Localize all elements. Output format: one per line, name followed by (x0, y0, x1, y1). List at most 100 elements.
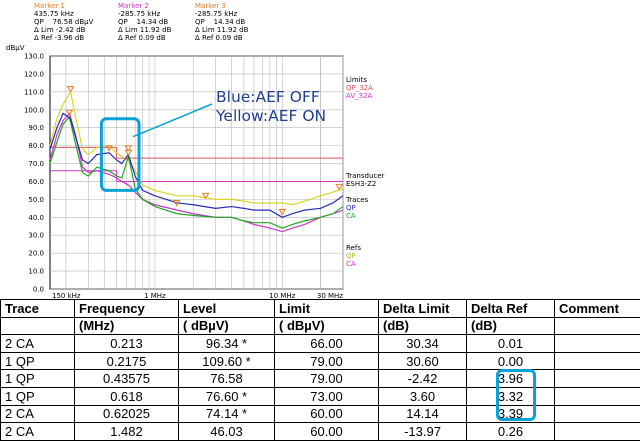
refs-legend: Refs QP CA (346, 244, 361, 268)
annotation-line: Blue:AEF OFF (216, 88, 326, 107)
trace-ca-label: CA (346, 212, 356, 220)
y-tick-label: 120.0 (24, 70, 44, 78)
table-cell: 60.00 (275, 423, 379, 441)
marker-2-line: Δ Lim 11.92 dB (118, 26, 171, 34)
column-unit: (dB) (379, 317, 467, 335)
emi-chart-panel: 0.010.020.030.040.050.060.070.080.090.01… (0, 0, 640, 298)
marker-2-line: QP 14.34 dB (118, 18, 168, 26)
table-row: 2 CA0.6202574.14 *60.0014.143.39 (1, 405, 640, 423)
y-tick-label: 100.0 (24, 106, 44, 114)
marker-1-title: Marker 1 (34, 2, 65, 10)
table-cell: 0.2175 (75, 352, 179, 370)
table-cell: 96.34 * (179, 335, 275, 353)
transducer-label: Transducer (346, 172, 384, 180)
table-row: 2 CA0.21396.34 *66.0030.340.01 (1, 335, 640, 353)
table-cell: 0.43575 (75, 370, 179, 388)
table-cell: 0.62025 (75, 405, 179, 423)
column-header: Delta Limit (379, 300, 467, 318)
y-tick-label: 10.0 (28, 268, 44, 276)
column-unit: ( dBµV) (275, 317, 379, 335)
table-cell: 2 CA (1, 335, 75, 353)
y-tick-label: 50.0 (28, 196, 44, 204)
transducer-name: ESH3-Z2 (346, 180, 376, 188)
table-header-row: Trace Frequency Level Limit Delta Limit … (1, 300, 640, 318)
column-header: Level (179, 300, 275, 318)
marker-2-line: Δ Ref 0.09 dB (118, 34, 166, 42)
x-tick-label: 1 MHz (144, 292, 166, 298)
table-subheader-row: (MHz) ( dBµV) ( dBµV) (dB) (dB) (1, 317, 640, 335)
marker-1-readout: Marker 1 435.75 kHz QP 76.58 dBµV Δ Lim … (34, 2, 93, 42)
x-tick-label: 30 MHz (317, 292, 343, 298)
marker-1-line: QP 76.58 dBµV (34, 18, 93, 26)
column-unit: (MHz) (75, 317, 179, 335)
y-tick-label: 20.0 (28, 250, 44, 258)
table-cell: -2.42 (379, 370, 467, 388)
table-cell: 76.60 * (179, 387, 275, 405)
table-cell: 74.14 * (179, 405, 275, 423)
annotation-line: Yellow:AEF ON (216, 107, 326, 126)
table-cell: 1 QP (1, 387, 75, 405)
table-cell (555, 352, 640, 370)
table-row: 1 QP0.4357576.5879.00-2.423.96 (1, 370, 640, 388)
column-unit: ( dBµV) (179, 317, 275, 335)
marker-2-title: Marker 2 (118, 2, 149, 10)
table-cell: 76.58 (179, 370, 275, 388)
x-tick-label: 10 MHz (269, 292, 295, 298)
ref-ca-label: CA (346, 260, 356, 268)
marker-3-line: -285.75 kHz (195, 10, 237, 18)
column-header: Limit (275, 300, 379, 318)
table-cell: 1.482 (75, 423, 179, 441)
marker-table: Trace Frequency Level Limit Delta Limit … (0, 299, 640, 441)
y-tick-label: 90.0 (28, 124, 44, 132)
refs-label: Refs (346, 244, 361, 252)
marker-2-readout: Marker 2 -285.75 kHz QP 14.34 dB Δ Lim 1… (118, 2, 171, 42)
marker-3-line: Δ Lim 11.92 dB (195, 26, 248, 34)
table-cell (555, 423, 640, 441)
column-header: Comment (555, 300, 640, 318)
marker-1-line: Δ Lim -2.42 dB (34, 26, 86, 34)
table-cell: -13.97 (379, 423, 467, 441)
table-cell: 3.60 (379, 387, 467, 405)
marker-3-line: QP 14.34 dB (195, 18, 245, 26)
table-cell: 1 QP (1, 370, 75, 388)
transducer-legend: Transducer ESH3-Z2 (346, 172, 384, 188)
y-tick-label: 130.0 (24, 53, 44, 61)
table-cell: 46.03 (179, 423, 275, 441)
table-cell: 0.00 (467, 352, 555, 370)
table-cell: 0.26 (467, 423, 555, 441)
marker-2-line: -285.75 kHz (118, 10, 160, 18)
column-unit (1, 317, 75, 335)
limits-label: Limits (346, 76, 367, 84)
y-tick-label: 60.0 (28, 178, 44, 186)
table-row: 1 QP0.2175109.60 *79.0030.600.00 (1, 352, 640, 370)
table-cell: 66.00 (275, 335, 379, 353)
traces-legend: Traces QP CA (346, 196, 368, 220)
table-row: 1 QP0.61876.60 *73.003.603.32 (1, 387, 640, 405)
column-header: Trace (1, 300, 75, 318)
table-cell: 30.60 (379, 352, 467, 370)
table-cell: 60.00 (275, 405, 379, 423)
table-cell: 79.00 (275, 352, 379, 370)
marker-1-line: 435.75 kHz (34, 10, 74, 18)
table-row: 2 CA1.48246.0360.00-13.970.26 (1, 423, 640, 441)
column-header: Frequency (75, 300, 179, 318)
column-header: Delta Ref (467, 300, 555, 318)
y-tick-label: 30.0 (28, 232, 44, 240)
aef-annotation: Blue:AEF OFFYellow:AEF ON (216, 88, 326, 126)
y-axis-label: dBµV (6, 44, 25, 52)
y-tick-label: 40.0 (28, 214, 44, 222)
marker-3-line: Δ Ref 0.09 dB (195, 34, 243, 42)
table-cell: 0.618 (75, 387, 179, 405)
table-cell: 73.00 (275, 387, 379, 405)
marker-1-line: Δ Ref -3.96 dB (34, 34, 84, 42)
table-cell: 2 CA (1, 423, 75, 441)
ref-qp-label: QP (346, 252, 356, 260)
table-cell: 30.34 (379, 335, 467, 353)
table-cell (555, 335, 640, 353)
table-cell: 2 CA (1, 405, 75, 423)
table-cell (555, 405, 640, 423)
traces-label: Traces (346, 196, 368, 204)
trace-qp-label: QP (346, 204, 356, 212)
x-tick-label: 150 kHz (52, 292, 81, 298)
table-cell: 79.00 (275, 370, 379, 388)
